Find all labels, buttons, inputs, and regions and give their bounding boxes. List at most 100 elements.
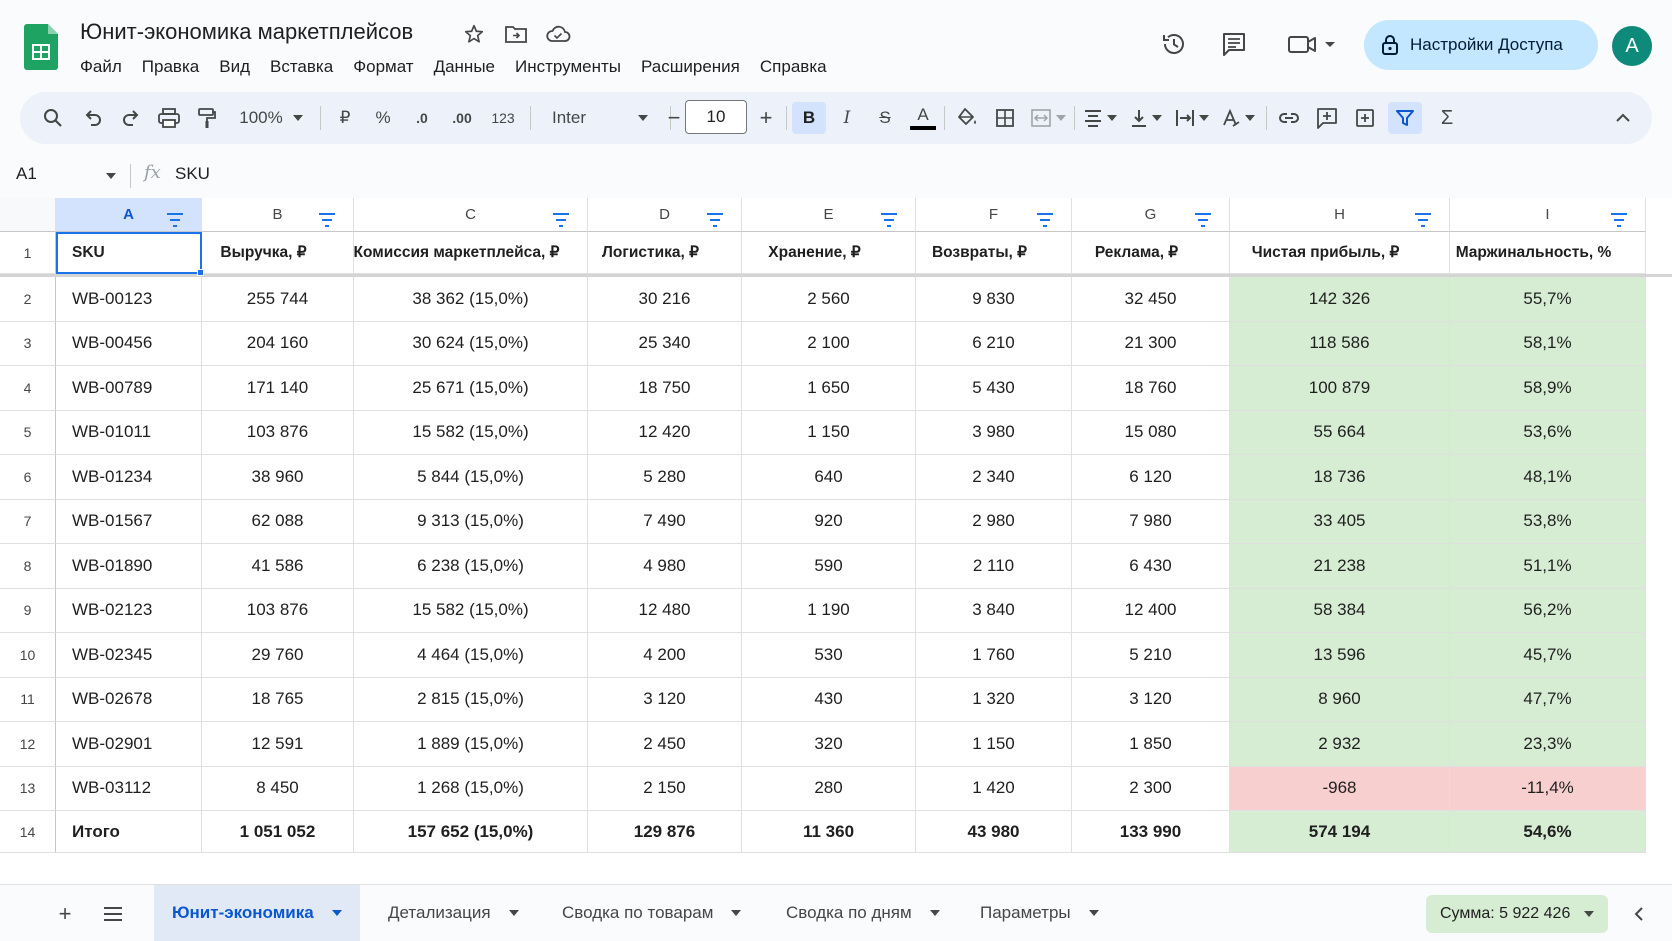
table-cell[interactable]: WB-02901: [56, 722, 202, 767]
table-cell[interactable]: 15 080: [1072, 410, 1230, 455]
menu-format[interactable]: Формат: [343, 53, 423, 81]
move-folder-icon[interactable]: [502, 20, 530, 48]
row-header-5[interactable]: 5: [0, 410, 56, 455]
strikethrough-button[interactable]: S: [870, 102, 900, 134]
table-cell[interactable]: 9 830: [916, 277, 1072, 322]
table-cell[interactable]: 25 340: [588, 321, 742, 366]
table-cell[interactable]: 30 216: [588, 277, 742, 322]
table-cell[interactable]: 1 150: [742, 410, 916, 455]
insert-comment-icon[interactable]: [1312, 102, 1342, 134]
borders-icon[interactable]: [990, 102, 1020, 134]
table-cell[interactable]: 15 582 (15,0%): [354, 410, 588, 455]
sheet-tab-parameters[interactable]: Параметры: [962, 885, 1117, 941]
row-header-14[interactable]: 14: [0, 811, 56, 853]
menu-data[interactable]: Данные: [424, 53, 505, 81]
filter-icon[interactable]: [1036, 213, 1054, 227]
table-cell[interactable]: 142 326: [1230, 277, 1450, 322]
decrease-font-size-icon[interactable]: −: [660, 102, 688, 134]
sheets-logo-icon[interactable]: [24, 24, 58, 70]
chevron-down-icon[interactable]: [508, 910, 519, 916]
table-cell[interactable]: 1 850: [1072, 722, 1230, 767]
row-header-2[interactable]: 2: [0, 277, 56, 322]
total-cell[interactable]: 54,6%: [1450, 811, 1646, 853]
functions-button[interactable]: Σ: [1432, 102, 1462, 134]
row-header-1[interactable]: 1: [0, 232, 56, 274]
fill-color-icon[interactable]: [952, 102, 982, 134]
row-header-13[interactable]: 13: [0, 766, 56, 811]
table-cell[interactable]: 103 876: [202, 588, 354, 633]
table-cell[interactable]: 5 280: [588, 455, 742, 500]
header-cell[interactable]: Маржинальность, %: [1450, 232, 1646, 274]
filter-icon[interactable]: [166, 213, 184, 227]
table-cell[interactable]: 9 313 (15,0%): [354, 499, 588, 544]
table-cell[interactable]: 12 591: [202, 722, 354, 767]
chevron-down-icon[interactable]: [929, 910, 940, 916]
table-cell[interactable]: 1 889 (15,0%): [354, 722, 588, 767]
insert-chart-icon[interactable]: [1350, 102, 1380, 134]
table-cell[interactable]: WB-01011: [56, 410, 202, 455]
table-cell[interactable]: 2 450: [588, 722, 742, 767]
table-cell[interactable]: 18 765: [202, 677, 354, 722]
table-cell[interactable]: 430: [742, 677, 916, 722]
table-cell[interactable]: 12 420: [588, 410, 742, 455]
add-sheet-icon[interactable]: +: [52, 901, 78, 927]
total-cell[interactable]: Итого: [56, 811, 202, 853]
font-size-input[interactable]: 10: [685, 100, 747, 134]
table-cell[interactable]: 1 760: [916, 633, 1072, 678]
table-cell[interactable]: 33 405: [1230, 499, 1450, 544]
table-cell[interactable]: 51,1%: [1450, 544, 1646, 589]
table-cell[interactable]: 56,2%: [1450, 588, 1646, 633]
formula-input[interactable]: SKU: [175, 164, 210, 184]
table-cell[interactable]: 255 744: [202, 277, 354, 322]
increase-decimal-button[interactable]: .00: [444, 102, 480, 134]
all-sheets-menu-icon[interactable]: [100, 901, 126, 927]
table-cell[interactable]: 118 586: [1230, 321, 1450, 366]
share-button[interactable]: Настройки Доступа: [1364, 20, 1598, 70]
chevron-down-icon[interactable]: [331, 910, 342, 916]
menu-edit[interactable]: Правка: [132, 53, 209, 81]
undo-icon[interactable]: [78, 102, 108, 134]
table-cell[interactable]: 6 210: [916, 321, 1072, 366]
table-cell[interactable]: 3 840: [916, 588, 1072, 633]
table-cell[interactable]: 53,8%: [1450, 499, 1646, 544]
cloud-saved-icon[interactable]: [544, 20, 572, 48]
table-cell[interactable]: 204 160: [202, 321, 354, 366]
row-header-10[interactable]: 10: [0, 633, 56, 678]
table-cell[interactable]: 5 430: [916, 366, 1072, 411]
italic-button[interactable]: I: [832, 102, 862, 134]
row-header-4[interactable]: 4: [0, 366, 56, 411]
table-cell[interactable]: 4 980: [588, 544, 742, 589]
text-color-button[interactable]: A: [908, 102, 938, 134]
fill-handle[interactable]: [197, 269, 204, 276]
table-cell[interactable]: 6 120: [1072, 455, 1230, 500]
selection-sum-badge[interactable]: Сумма: 5 922 426: [1426, 895, 1609, 933]
table-cell[interactable]: 1 268 (15,0%): [354, 766, 588, 811]
table-cell[interactable]: 30 624 (15,0%): [354, 321, 588, 366]
menu-insert[interactable]: Вставка: [260, 53, 343, 81]
table-cell[interactable]: 38 362 (15,0%): [354, 277, 588, 322]
table-cell[interactable]: 1 420: [916, 766, 1072, 811]
table-cell[interactable]: 18 760: [1072, 366, 1230, 411]
table-cell[interactable]: 13 596: [1230, 633, 1450, 678]
text-rotation-icon[interactable]: [1218, 102, 1258, 134]
sheet-tab-details[interactable]: Детализация: [370, 885, 537, 941]
name-box[interactable]: A1: [16, 164, 37, 184]
table-cell[interactable]: 8 960: [1230, 677, 1450, 722]
table-cell[interactable]: 21 238: [1230, 544, 1450, 589]
table-cell[interactable]: 15 582 (15,0%): [354, 588, 588, 633]
version-history-icon[interactable]: [1158, 28, 1190, 60]
table-cell[interactable]: 5 210: [1072, 633, 1230, 678]
row-header-9[interactable]: 9: [0, 588, 56, 633]
row-header-12[interactable]: 12: [0, 722, 56, 767]
table-cell[interactable]: -968: [1230, 766, 1450, 811]
meet-video-icon[interactable]: [1286, 28, 1338, 60]
total-cell[interactable]: 574 194: [1230, 811, 1450, 853]
table-cell[interactable]: 2 110: [916, 544, 1072, 589]
table-cell[interactable]: 18 750: [588, 366, 742, 411]
redo-icon[interactable]: [116, 102, 146, 134]
table-cell[interactable]: WB-00123: [56, 277, 202, 322]
star-icon[interactable]: [460, 20, 488, 48]
table-cell[interactable]: WB-01567: [56, 499, 202, 544]
table-cell[interactable]: 2 980: [916, 499, 1072, 544]
filter-icon[interactable]: [552, 213, 570, 227]
